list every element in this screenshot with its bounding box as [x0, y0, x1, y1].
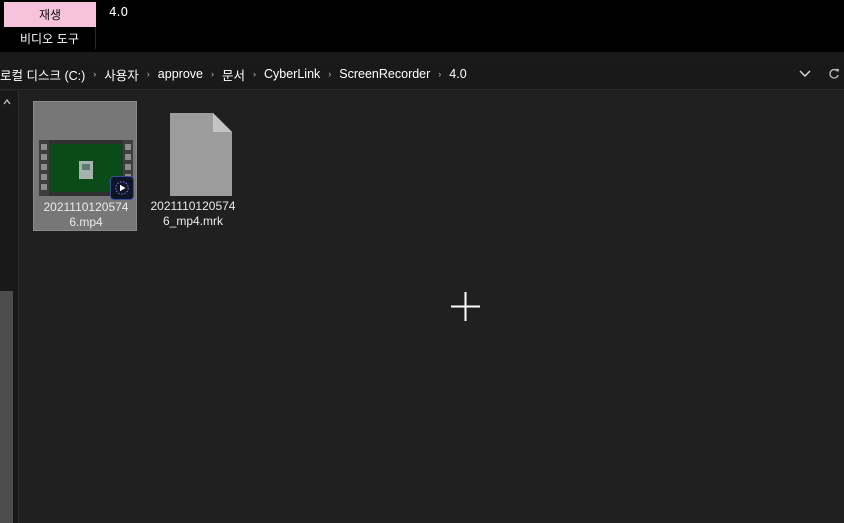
- breadcrumb-documents[interactable]: 문서: [219, 65, 248, 84]
- breadcrumb-user-approve[interactable]: approve: [155, 67, 206, 81]
- video-tools-label: 비디오 도구: [4, 27, 96, 49]
- breadcrumb-screenrecorder[interactable]: ScreenRecorder: [336, 67, 433, 81]
- navigation-pane: [0, 91, 19, 523]
- scroll-up-icon[interactable]: [0, 95, 14, 109]
- document-icon: [79, 161, 93, 179]
- breadcrumb-cyberlink[interactable]: CyberLink: [261, 67, 323, 81]
- address-bar[interactable]: 로컬 디스크 (C:) › 사용자 › approve › 문서 › Cyber…: [0, 58, 844, 90]
- refresh-icon[interactable]: [824, 58, 844, 90]
- breadcrumb-users[interactable]: 사용자: [101, 65, 142, 84]
- file-item-mrk[interactable]: 2021110120574 6_mp4.mrk: [141, 101, 245, 231]
- tab-playback[interactable]: 재생: [4, 2, 96, 27]
- chevron-right-icon[interactable]: ›: [433, 69, 446, 79]
- ribbon: 재생 비디오 도구 4.0: [0, 0, 844, 52]
- breadcrumb-local-disk[interactable]: 로컬 디스크 (C:): [0, 65, 88, 84]
- file-list-pane[interactable]: 2021110120574 6.mp4 2021110120574 6_mp4.…: [20, 91, 844, 523]
- chevron-down-icon[interactable]: [794, 58, 816, 90]
- chevron-right-icon[interactable]: ›: [248, 69, 261, 79]
- generic-file-icon: [170, 113, 232, 196]
- file-item-video[interactable]: 2021110120574 6.mp4: [33, 101, 137, 231]
- film-strip-left: [39, 140, 49, 196]
- nav-scrollbar-thumb[interactable]: [0, 291, 13, 523]
- play-icon: [110, 176, 134, 200]
- breadcrumb-version-folder[interactable]: 4.0: [446, 67, 469, 81]
- crosshair-cursor-icon: [451, 292, 480, 321]
- chevron-right-icon[interactable]: ›: [142, 69, 155, 79]
- chevron-right-icon[interactable]: ›: [88, 69, 101, 79]
- chevron-right-icon[interactable]: ›: [323, 69, 336, 79]
- window-title: 4.0: [109, 5, 129, 19]
- breadcrumb: 로컬 디스크 (C:) › 사용자 › approve › 문서 › Cyber…: [0, 58, 804, 90]
- chevron-right-icon[interactable]: ›: [206, 69, 219, 79]
- file-name: 2021110120574 6.mp4: [43, 200, 129, 229]
- explorer-window: 재생 비디오 도구 4.0 로컬 디스크 (C:) › 사용자 › approv…: [0, 0, 844, 523]
- file-name: 2021110120574 6_mp4.mrk: [150, 199, 236, 228]
